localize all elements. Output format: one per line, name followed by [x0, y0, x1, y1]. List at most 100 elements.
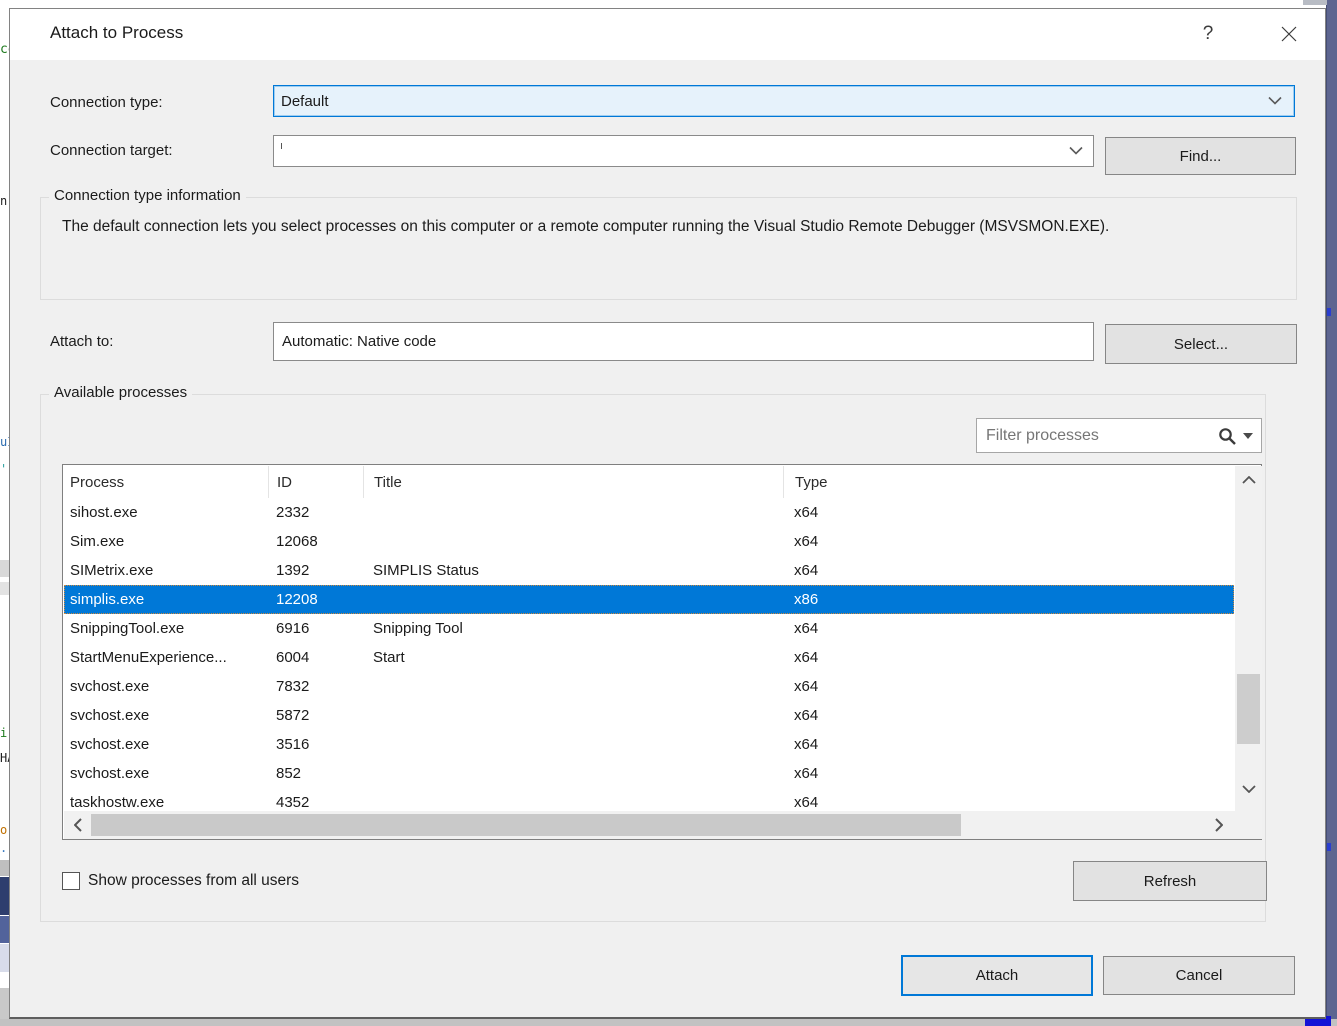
chevron-left-icon — [74, 818, 82, 832]
process-list: Process ID Title Type sihost.exe2332x64S… — [62, 464, 1262, 840]
table-row[interactable]: simplis.exe12208x86 — [64, 585, 1234, 614]
attach-button-label: Attach — [976, 967, 1019, 984]
table-row[interactable]: Sim.exe12068x64 — [64, 527, 1234, 556]
horizontal-scrollbar[interactable] — [64, 811, 1235, 839]
table-cell: 6916 — [268, 614, 363, 643]
scroll-up-button[interactable] — [1235, 472, 1262, 488]
close-button[interactable] — [1274, 20, 1304, 48]
table-cell: x64 — [783, 788, 1234, 810]
cancel-button[interactable]: Cancel — [1103, 956, 1295, 995]
table-cell — [363, 585, 783, 614]
table-cell: Start — [363, 643, 783, 672]
table-row[interactable]: sihost.exe2332x64 — [64, 498, 1234, 527]
connection-target-combobox[interactable] — [273, 135, 1094, 167]
show-all-users-checkbox[interactable] — [62, 872, 80, 890]
table-cell: 12068 — [268, 527, 363, 556]
column-header-id[interactable]: ID — [268, 466, 363, 498]
attach-button[interactable]: Attach — [901, 955, 1093, 996]
vertical-scrollbar[interactable] — [1235, 466, 1262, 811]
close-icon — [1281, 26, 1297, 42]
column-header-title[interactable]: Title — [363, 466, 783, 498]
column-header-process[interactable]: Process — [64, 466, 268, 498]
select-button[interactable]: Select... — [1105, 324, 1297, 364]
column-header-type[interactable]: Type — [783, 466, 1234, 498]
dialog-titlebar[interactable] — [10, 9, 1325, 60]
help-icon: ? — [1203, 23, 1214, 45]
table-cell: x64 — [783, 643, 1234, 672]
table-cell: x64 — [783, 614, 1234, 643]
table-cell: 12208 — [268, 585, 363, 614]
help-button[interactable]: ? — [1193, 20, 1223, 48]
refresh-button-label: Refresh — [1144, 873, 1197, 890]
chevron-down-icon — [1268, 97, 1282, 106]
table-cell: simplis.exe — [64, 585, 268, 614]
table-cell: svchost.exe — [64, 672, 268, 701]
find-button[interactable]: Find... — [1105, 137, 1296, 175]
chevron-down-icon — [1069, 147, 1083, 156]
table-row[interactable]: taskhostw.exe4352 x64 — [64, 788, 1234, 810]
table-row[interactable]: svchost.exe3516x64 — [64, 730, 1234, 759]
chevron-right-icon — [1215, 818, 1223, 832]
filter-dropdown-icon[interactable] — [1243, 433, 1253, 439]
search-icon[interactable] — [1217, 426, 1237, 446]
table-cell: x64 — [783, 730, 1234, 759]
table-cell — [363, 701, 783, 730]
select-button-label: Select... — [1174, 336, 1228, 353]
table-cell: svchost.exe — [64, 759, 268, 788]
background-right-strip — [1326, 0, 1337, 1026]
background-mark — [1327, 308, 1331, 316]
process-table-header: Process ID Title Type — [64, 466, 1234, 498]
horizontal-scrollbar-thumb[interactable] — [91, 814, 961, 836]
table-cell — [363, 759, 783, 788]
table-cell: 1392 — [268, 556, 363, 585]
background-band — [0, 877, 9, 915]
background-mark — [1327, 843, 1331, 851]
find-button-label: Find... — [1180, 148, 1222, 165]
background-band — [0, 582, 9, 595]
table-cell: SIMPLIS Status — [363, 556, 783, 585]
vertical-scrollbar-thumb[interactable] — [1237, 674, 1260, 744]
table-cell: x64 — [783, 672, 1234, 701]
chevron-up-icon — [1242, 476, 1256, 484]
background-bottom-strip — [0, 1019, 1337, 1026]
connection-type-info-legend: Connection type information — [49, 187, 246, 204]
column-header-label: Title — [374, 474, 402, 491]
cancel-button-label: Cancel — [1176, 967, 1223, 984]
table-cell: 2332 — [268, 498, 363, 527]
table-row[interactable]: StartMenuExperience...6004Startx64 — [64, 643, 1234, 672]
table-cell: 4352 — [268, 788, 363, 810]
table-cell: taskhostw.exe — [64, 788, 268, 810]
chevron-down-icon — [1242, 785, 1256, 793]
background-top-shape — [1303, 0, 1327, 5]
background-band — [0, 916, 9, 943]
table-cell: 852 — [268, 759, 363, 788]
column-header-label: Type — [795, 474, 828, 491]
table-cell: svchost.exe — [64, 701, 268, 730]
connection-type-combobox[interactable]: Default — [273, 85, 1295, 117]
refresh-button[interactable]: Refresh — [1073, 861, 1267, 901]
table-cell: SIMetrix.exe — [64, 556, 268, 585]
background-band — [0, 944, 9, 972]
filter-placeholder: Filter processes — [977, 427, 1217, 445]
attach-to-textbox[interactable]: Automatic: Native code — [273, 322, 1094, 361]
scrollbar-corner — [1235, 811, 1262, 839]
available-processes-legend: Available processes — [49, 384, 192, 401]
scroll-down-button[interactable] — [1235, 781, 1262, 797]
table-row[interactable]: svchost.exe7832x64 — [64, 672, 1234, 701]
connection-type-value: Default — [274, 93, 329, 110]
connection-type-info-text: The default connection lets you select p… — [62, 214, 1192, 239]
scroll-right-button[interactable] — [1209, 811, 1229, 839]
table-row[interactable]: SIMetrix.exe1392SIMPLIS Statusx64 — [64, 556, 1234, 585]
dialog-title: Attach to Process — [50, 23, 183, 43]
table-row[interactable]: SnippingTool.exe6916Snipping Toolx64 — [64, 614, 1234, 643]
connection-target-label: Connection target: — [50, 142, 173, 159]
table-cell: 6004 — [268, 643, 363, 672]
connection-type-label: Connection type: — [50, 94, 163, 111]
scroll-left-button[interactable] — [68, 811, 88, 839]
table-row[interactable]: svchost.exe852x64 — [64, 759, 1234, 788]
table-cell: x64 — [783, 556, 1234, 585]
table-row[interactable]: svchost.exe5872x64 — [64, 701, 1234, 730]
process-table-body: sihost.exe2332x64Sim.exe12068x64SIMetrix… — [64, 498, 1234, 810]
background-band — [0, 560, 9, 577]
filter-processes-input[interactable]: Filter processes — [976, 418, 1262, 453]
